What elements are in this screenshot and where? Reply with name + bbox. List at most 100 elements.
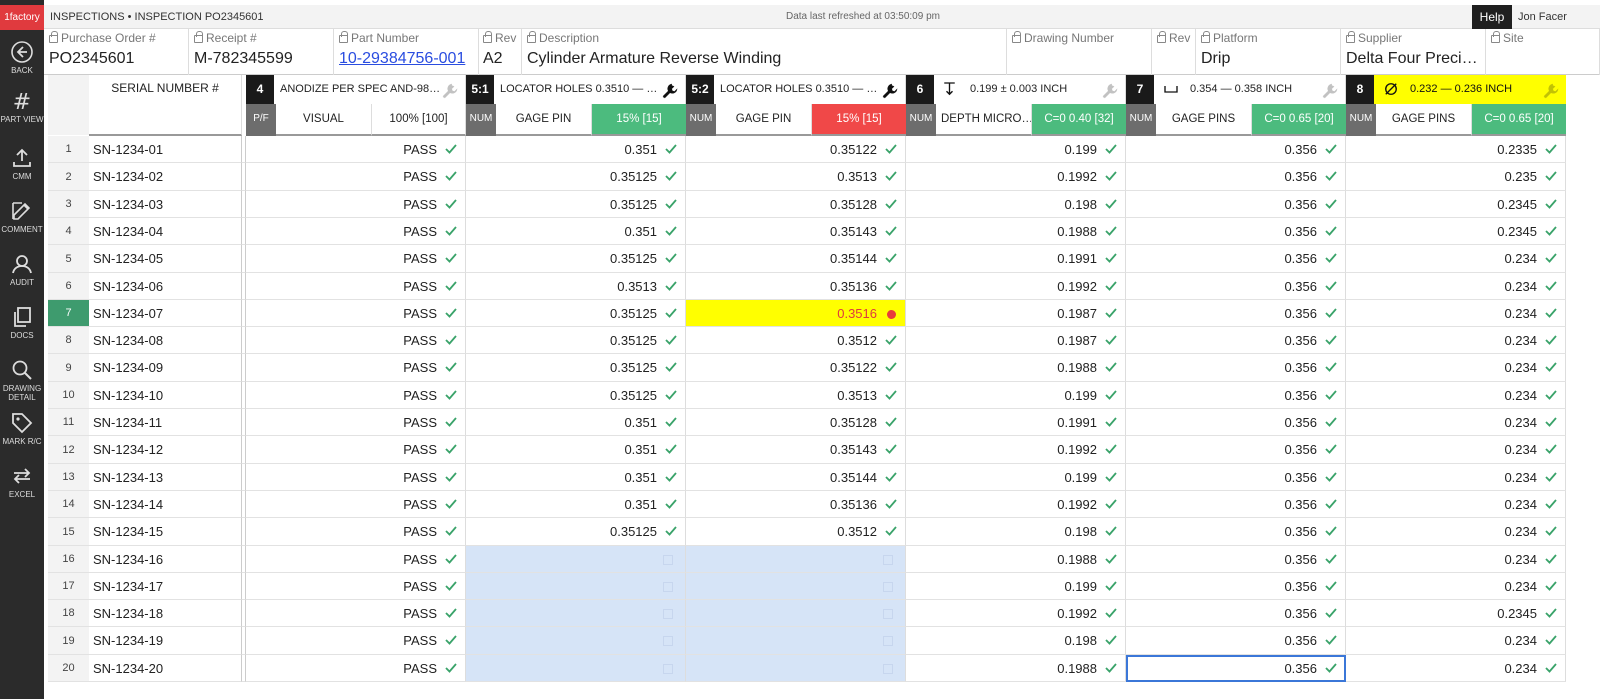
measurement-cell[interactable]: 0.3513 [686,382,906,409]
measurement-cell[interactable]: 0.35136 [686,273,906,300]
measurement-cell[interactable]: 0.351 [466,491,686,518]
measurement-cell[interactable]: 0.356 [1126,546,1346,573]
measurement-cell[interactable]: 0.234 [1346,436,1566,464]
feature-number-7[interactable]: 7 [1126,75,1154,104]
measurement-cell[interactable]: 0.1988 [906,655,1126,682]
measurement-cell-empty[interactable] [466,627,686,655]
wrench-icon[interactable] [1101,82,1119,100]
measurement-cell-empty[interactable] [686,600,906,627]
measurement-cell[interactable]: 0.198 [906,191,1126,218]
measurement-cell[interactable]: 0.198 [906,518,1126,546]
measurement-cell[interactable]: 0.1992 [906,491,1126,518]
measurement-cell[interactable]: 0.35122 [686,136,906,163]
measurement-cell[interactable]: PASS [246,600,466,627]
measurement-cell[interactable]: 0.356 [1126,273,1346,300]
measurement-cell[interactable]: 0.356 [1126,354,1346,382]
field-supplier[interactable]: Supplier Delta Four Preci… [1341,29,1486,75]
field-description[interactable]: Description Cylinder Armature Reverse Win… [522,29,1007,75]
measurement-cell[interactable]: 0.35125 [466,327,686,354]
measurement-cell[interactable]: 0.3513 [686,163,906,191]
measurement-cell[interactable]: 0.3512 [686,518,906,546]
measurement-cell[interactable]: 0.1988 [906,354,1126,382]
measurement-cell[interactable]: 0.234 [1346,327,1566,354]
measurement-cell[interactable]: 0.35136 [686,491,906,518]
user-menu[interactable]: Jon Facer [1518,5,1567,29]
row-number[interactable]: 1 [48,136,89,163]
measurement-cell[interactable]: 0.234 [1346,300,1566,327]
feature-spec-5-1[interactable]: LOCATOR HOLES 0.3510 — … [494,75,686,104]
measurement-cell[interactable]: 0.234 [1346,518,1566,546]
row-number[interactable]: 16 [48,546,89,573]
measurement-cell[interactable]: 0.356 [1126,245,1346,273]
rail-button-back[interactable]: BACK [0,35,44,87]
measurement-cell[interactable]: 0.2335 [1346,136,1566,163]
feature-number-5-2[interactable]: 5:2 [686,75,714,104]
feature-spec-7[interactable]: 0.354 — 0.358 INCH [1154,75,1346,104]
measurement-cell[interactable]: 0.356 [1126,627,1346,655]
measurement-cell[interactable]: 0.234 [1346,354,1566,382]
measurement-cell[interactable]: 0.234 [1346,546,1566,573]
measurement-cell[interactable]: 0.234 [1346,273,1566,300]
rail-button-drawing-detail[interactable]: DRAWING DETAIL [0,353,44,405]
measurement-cell[interactable]: 0.234 [1346,655,1566,682]
measurement-cell[interactable]: 0.35143 [686,436,906,464]
measurement-cell[interactable]: PASS [246,382,466,409]
row-number[interactable]: 2 [48,163,89,191]
measurement-cell[interactable]: 0.199 [906,136,1126,163]
field-drawing-number[interactable]: Drawing Number [1007,29,1152,75]
field-platform[interactable]: Platform Drip [1196,29,1341,75]
row-number[interactable]: 18 [48,600,89,627]
measurement-cell[interactable]: 0.356 [1126,191,1346,218]
measurement-cell[interactable]: PASS [246,163,466,191]
measurement-cell[interactable]: 0.35125 [466,382,686,409]
rail-button-part-view[interactable]: # PART VIEW [0,88,44,140]
row-number[interactable]: 6 [48,273,89,300]
measurement-cell[interactable]: 0.356 [1126,136,1346,163]
feature-spec-4[interactable]: ANODIZE PER SPEC AND-98… [274,75,466,104]
measurement-cell[interactable]: 0.356 [1126,573,1346,600]
measurement-cell[interactable]: 0.356 [1126,491,1346,518]
measurement-cell[interactable]: 0.351 [466,218,686,245]
feature-sample-5-1[interactable]: 15% [15] [592,104,686,136]
measurement-cell[interactable]: PASS [246,627,466,655]
measurement-cell[interactable]: PASS [246,573,466,600]
row-number[interactable]: 7 [48,300,89,327]
measurement-cell[interactable]: 0.1992 [906,436,1126,464]
measurement-cell[interactable]: 0.199 [906,573,1126,600]
wrench-icon[interactable] [881,82,899,100]
measurement-cell[interactable]: 0.356 [1126,300,1346,327]
help-button[interactable]: Help [1472,5,1512,29]
measurement-cell[interactable]: 0.35122 [686,354,906,382]
measurement-cell[interactable]: 0.199 [906,382,1126,409]
rail-button-audit[interactable]: AUDIT [0,247,44,299]
field-receipt[interactable]: Receipt # M-782345599 [189,29,334,75]
measurement-cell[interactable]: 0.234 [1346,464,1566,491]
part-number-link[interactable]: 10-29384756-001 [339,50,478,68]
row-number[interactable]: 15 [48,518,89,546]
measurement-cell-empty[interactable] [686,627,906,655]
measurement-cell[interactable]: PASS [246,464,466,491]
measurement-cell-empty[interactable] [466,600,686,627]
measurement-cell[interactable]: 0.2345 [1346,191,1566,218]
measurement-cell[interactable]: 0.356 [1126,327,1346,354]
measurement-cell[interactable]: 0.2345 [1346,218,1566,245]
wrench-icon[interactable] [1542,82,1560,100]
measurement-cell[interactable]: PASS [246,655,466,682]
field-site[interactable]: Site [1486,29,1600,75]
measurement-cell[interactable]: 0.356 [1126,518,1346,546]
measurement-cell[interactable]: 0.3513 [466,273,686,300]
row-number[interactable]: 8 [48,327,89,354]
row-number[interactable]: 19 [48,627,89,655]
measurement-cell[interactable]: 0.35125 [466,191,686,218]
measurement-cell[interactable]: 0.234 [1346,491,1566,518]
row-number[interactable]: 14 [48,491,89,518]
measurement-cell[interactable]: 0.356 [1126,163,1346,191]
measurement-cell[interactable]: PASS [246,273,466,300]
row-number[interactable]: 12 [48,436,89,464]
measurement-cell[interactable]: 0.356 [1126,218,1346,245]
measurement-cell-empty[interactable] [686,573,906,600]
measurement-cell[interactable]: 0.35125 [466,354,686,382]
measurement-cell[interactable]: 0.356 [1126,382,1346,409]
measurement-cell[interactable]: PASS [246,191,466,218]
measurement-cell[interactable]: 0.356 [1126,436,1346,464]
